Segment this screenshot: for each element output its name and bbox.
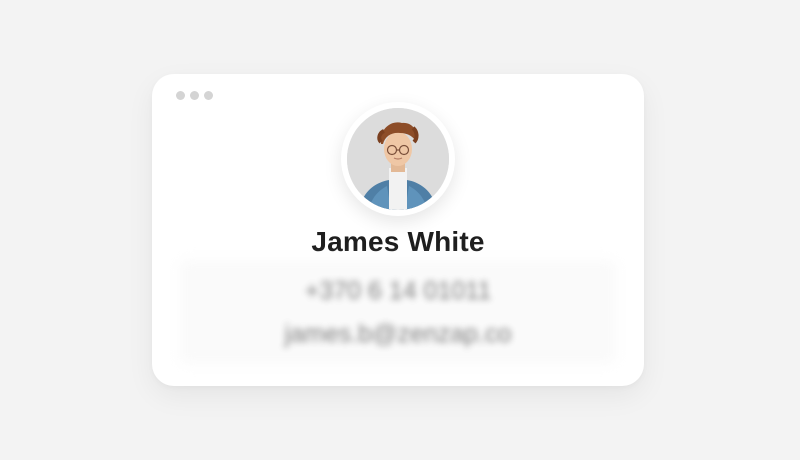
contact-name: James White bbox=[311, 226, 485, 257]
window-dot-icon[interactable] bbox=[190, 91, 199, 100]
contact-card: James White +370 6 14 01011 james.b@zenz… bbox=[152, 74, 644, 386]
avatar[interactable] bbox=[347, 108, 449, 210]
window-controls bbox=[176, 91, 213, 100]
window-dot-icon[interactable] bbox=[176, 91, 185, 100]
window-dot-icon[interactable] bbox=[204, 91, 213, 100]
stage: James White +370 6 14 01011 james.b@zenz… bbox=[0, 0, 800, 460]
person-portrait-icon bbox=[347, 108, 449, 210]
avatar-frame bbox=[341, 102, 455, 216]
contact-email: james.b@zenzap.co bbox=[284, 320, 512, 348]
contact-phone: +370 6 14 01011 bbox=[304, 277, 492, 305]
